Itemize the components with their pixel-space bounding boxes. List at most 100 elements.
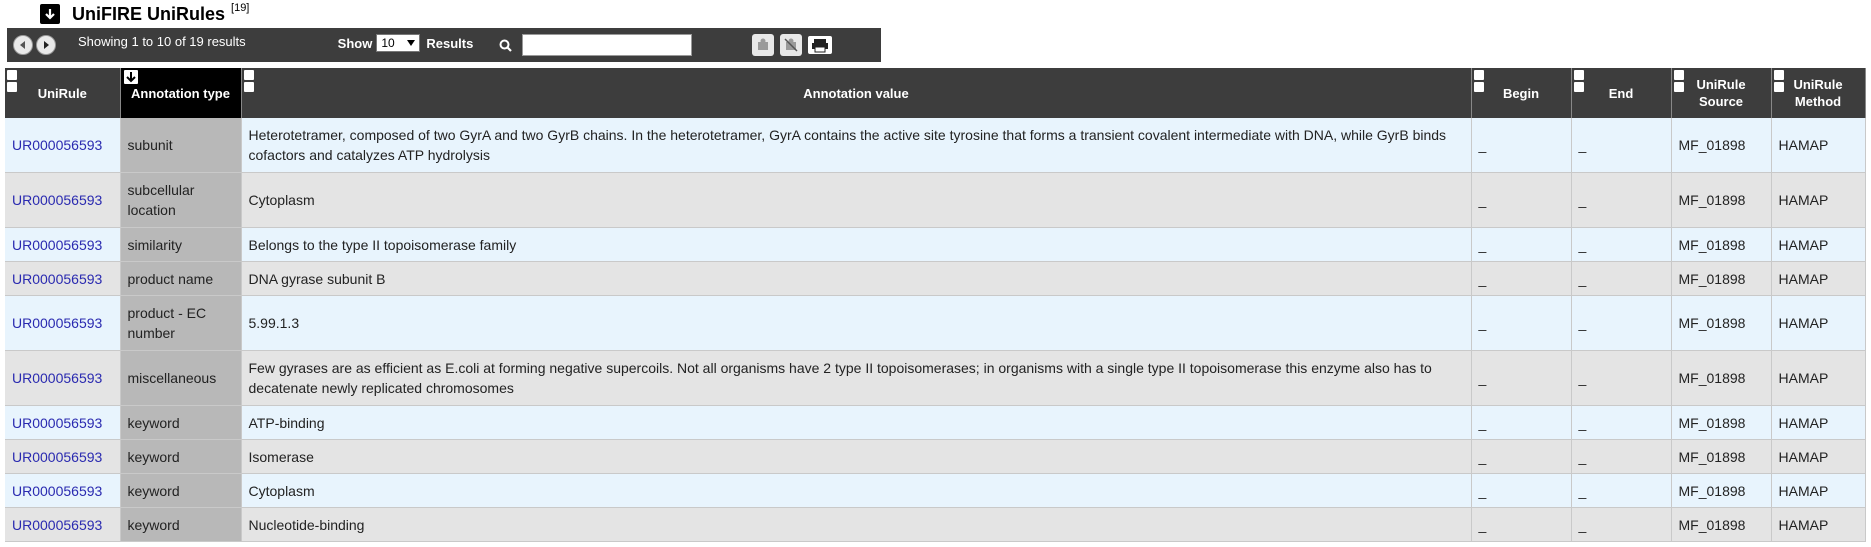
unirule-link[interactable]: UR000056593 (12, 237, 102, 253)
table-row: UR000056593 subcellular location Cytopla… (5, 172, 1866, 228)
show-columns-icon[interactable] (752, 34, 775, 56)
annotation-type-cell: subcellular location (120, 172, 242, 228)
annotation-type-cell: miscellaneous (120, 350, 242, 406)
column-header-annotation-type[interactable]: Annotation type (120, 68, 242, 118)
unirule-cell[interactable]: UR000056593 (5, 473, 121, 508)
annotation-type-cell: keyword (120, 507, 242, 542)
unirule-link[interactable]: UR000056593 (12, 449, 102, 465)
annotation-type-cell: subunit (120, 118, 242, 173)
method-cell: HAMAP (1771, 172, 1866, 228)
sort-icon (1673, 70, 1684, 94)
print-icon[interactable] (808, 36, 833, 54)
method-cell: HAMAP (1771, 295, 1866, 351)
method-cell: HAMAP (1771, 350, 1866, 406)
annotation-value-cell: Belongs to the type II topoisomerase fam… (241, 227, 1472, 262)
annotation-value-cell: ATP-binding (241, 405, 1472, 440)
column-label: UniRule Source (1696, 77, 1746, 109)
annotation-value-cell: Cytoplasm (241, 473, 1472, 508)
page-size-value: 10 (381, 36, 395, 50)
annotation-value-cell: Nucleotide-binding (241, 507, 1472, 542)
unirule-link[interactable]: UR000056593 (12, 483, 102, 499)
next-page-button[interactable] (36, 35, 56, 55)
unirule-cell[interactable]: UR000056593 (5, 227, 121, 262)
begin-cell: _ (1471, 295, 1572, 351)
table-row: UR000056593 similarity Belongs to the ty… (5, 227, 1866, 262)
end-cell: _ (1571, 473, 1672, 508)
unirule-link[interactable]: UR000056593 (12, 315, 102, 331)
annotation-value-cell: Cytoplasm (241, 172, 1472, 228)
section-title: UniFIRE UniRules (72, 3, 226, 24)
unirule-cell[interactable]: UR000056593 (5, 405, 121, 440)
annotation-type-cell: product name (120, 261, 242, 296)
method-cell: HAMAP (1771, 473, 1866, 508)
sort-icon (1473, 70, 1484, 94)
end-cell: _ (1571, 295, 1672, 351)
column-header-begin[interactable]: Begin (1471, 68, 1572, 118)
sort-icon (7, 70, 17, 94)
annotation-value-cell: Isomerase (241, 439, 1472, 474)
method-cell: HAMAP (1771, 507, 1866, 542)
dropdown-arrow-icon (407, 40, 416, 46)
table-row: UR000056593 subunit Heterotetramer, comp… (5, 118, 1866, 173)
annotation-value-cell: Few gyrases are as efficient as E.coli a… (241, 350, 1472, 406)
unirule-link[interactable]: UR000056593 (12, 370, 102, 386)
sort-icon (243, 70, 254, 94)
annotation-type-cell: keyword (120, 439, 242, 474)
column-label: End (1608, 85, 1634, 101)
table-row: UR000056593 keyword Nucleotide-binding _… (5, 507, 1866, 542)
collapse-toggle-icon[interactable] (40, 4, 60, 24)
page-size-control: Show 10 Results (337, 34, 474, 52)
unirule-cell[interactable]: UR000056593 (5, 261, 121, 296)
unirule-cell[interactable]: UR000056593 (5, 118, 121, 173)
unirule-link[interactable]: UR000056593 (12, 137, 102, 153)
table-row: UR000056593 product name DNA gyrase subu… (5, 261, 1866, 296)
column-header-end[interactable]: End (1571, 68, 1672, 118)
table-row: UR000056593 keyword ATP-binding _ _ MF_0… (5, 405, 1866, 440)
column-label: Annotation value (803, 85, 909, 101)
unirule-cell[interactable]: UR000056593 (5, 350, 121, 406)
unirule-link[interactable]: UR000056593 (12, 192, 102, 208)
unirule-cell[interactable]: UR000056593 (5, 172, 121, 228)
begin-cell: _ (1471, 261, 1572, 296)
unirule-cell[interactable]: UR000056593 (5, 507, 121, 542)
show-label: Show (337, 35, 373, 51)
sort-icon (1773, 70, 1784, 94)
column-header-unirule-method[interactable]: UniRule Method (1771, 68, 1866, 118)
source-cell: MF_01898 (1671, 118, 1772, 173)
source-cell: MF_01898 (1671, 261, 1772, 296)
unirule-cell[interactable]: UR000056593 (5, 295, 121, 351)
results-label: Results (426, 35, 474, 51)
column-label: UniRule (37, 85, 87, 101)
column-header-unirule-source[interactable]: UniRule Source (1671, 68, 1772, 118)
table-row: UR000056593 keyword Cytoplasm _ _ MF_018… (5, 473, 1866, 508)
search-icon (499, 39, 513, 52)
end-cell: _ (1571, 507, 1672, 542)
annotation-type-cell: keyword (120, 405, 242, 440)
end-cell: _ (1571, 118, 1672, 173)
previous-page-button[interactable] (13, 35, 33, 55)
begin-cell: _ (1471, 473, 1572, 508)
column-header-unirule[interactable]: UniRule (5, 68, 121, 118)
hide-columns-icon[interactable] (780, 34, 803, 56)
source-cell: MF_01898 (1671, 473, 1772, 508)
unirule-link[interactable]: UR000056593 (12, 415, 102, 431)
page-size-select[interactable]: 10 (376, 34, 421, 52)
unirule-cell[interactable]: UR000056593 (5, 439, 121, 474)
column-label: Begin (1502, 85, 1540, 101)
begin-cell: _ (1471, 405, 1572, 440)
end-cell: _ (1571, 261, 1672, 296)
source-cell: MF_01898 (1671, 295, 1772, 351)
method-cell: HAMAP (1771, 261, 1866, 296)
source-cell: MF_01898 (1671, 507, 1772, 542)
unirule-link[interactable]: UR000056593 (12, 517, 102, 533)
unirule-link[interactable]: UR000056593 (12, 271, 102, 287)
begin-cell: _ (1471, 439, 1572, 474)
search-input[interactable] (522, 34, 693, 56)
table-toolbar: Showing 1 to 10 of 19 results Show 10 Re… (7, 28, 881, 62)
column-label: Annotation type (131, 85, 230, 101)
unirules-table: UniRule Annotation type Annotation value… (5, 68, 1866, 542)
method-cell: HAMAP (1771, 405, 1866, 440)
column-header-annotation-value[interactable]: Annotation value (241, 68, 1472, 118)
begin-cell: _ (1471, 172, 1572, 228)
begin-cell: _ (1471, 227, 1572, 262)
